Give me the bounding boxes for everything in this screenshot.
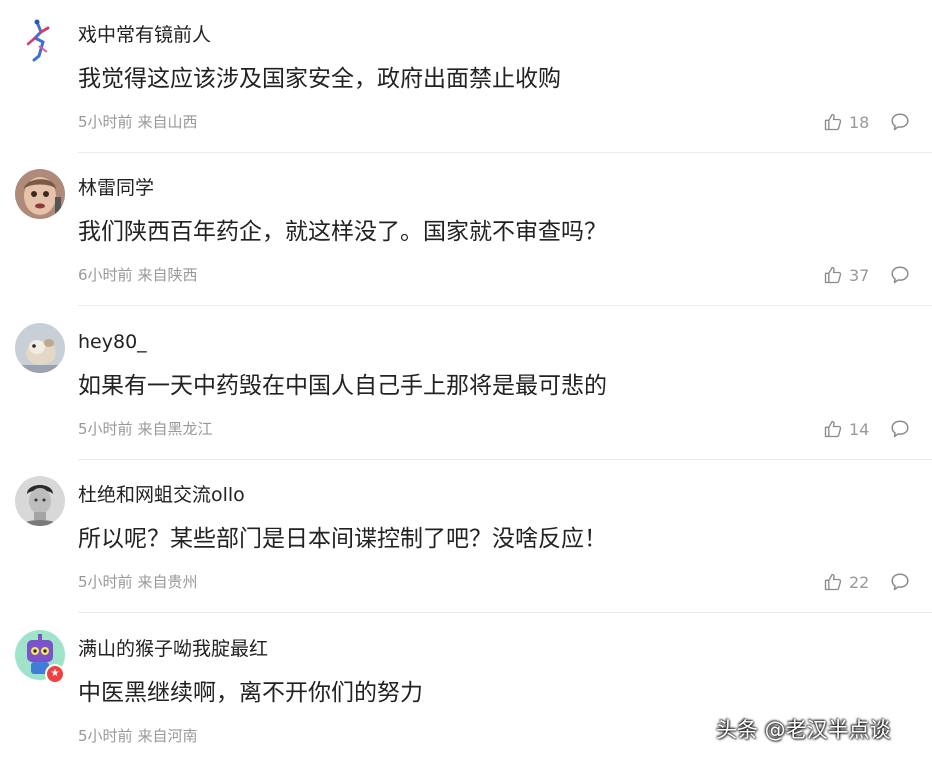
thumbs-up-icon [824,420,842,438]
paper-figure-avatar[interactable] [15,16,65,66]
bw-portrait-avatar[interactable] [15,476,65,526]
reply-bubble-icon[interactable] [889,264,911,286]
comment-item: hey80_ 如果有一天中药毁在中国人自己手上那将是最可悲的 5小时前 来自黑龙江… [0,307,932,460]
comment-meta: 6小时前 来自陕西 [78,264,198,286]
comment-item: 戏中常有镜前人 我觉得这应该涉及国家安全，政府出面禁止收购 5小时前 来自山西 1… [0,0,932,153]
comment-location: 来自陕西 [137,266,198,284]
comment-meta: 5小时前 来自黑龙江 [78,418,213,440]
comment-divider [78,612,932,613]
reply-bubble-icon[interactable] [889,571,911,593]
comment-location: 来自贵州 [137,573,198,591]
thumbs-up-icon [824,573,842,591]
comment-item: 杜绝和网蛆交流ollo 所以呢？某些部门是日本间谍控制了吧？没啥反应！ 5小时前… [0,460,932,613]
comment-meta: 5小时前 来自山西 [78,111,198,133]
comment-time: 6小时前 [78,266,133,284]
like-button[interactable]: 37 [823,263,869,287]
thumbs-up-icon [824,113,842,131]
like-count: 14 [849,419,870,439]
hamster-avatar[interactable] [15,323,65,373]
like-button[interactable]: 14 [823,417,869,441]
comment-divider [78,305,932,306]
comment-content: 我们陕西百年药企，就这样没了。国家就不审查吗？ [78,219,607,245]
thumbs-up-icon [824,266,842,284]
comment-time: 5小时前 [78,420,133,438]
like-button[interactable]: 22 [823,570,869,594]
comment-location: 来自黑龙江 [137,420,213,438]
comment-username[interactable]: 戏中常有镜前人 [78,22,211,48]
comment-username[interactable]: hey80_ [78,329,147,355]
comment-content: 如果有一天中药毁在中国人自己手上那将是最可悲的 [78,373,607,399]
watermark: 头条 @老汉半点谈 [716,718,891,742]
reply-bubble-icon[interactable] [889,111,911,133]
comment-time: 5小时前 [78,573,133,591]
comment-username[interactable]: 杜绝和网蛆交流ollo [78,482,245,508]
red-star-badge-icon: ★ [45,664,65,684]
comment-meta: 5小时前 来自河南 [78,725,198,747]
child-face-avatar[interactable] [15,169,65,219]
like-count: 22 [849,572,870,592]
reply-bubble-icon[interactable] [889,418,911,440]
comment-location: 来自河南 [137,727,198,745]
comment-content: 所以呢？某些部门是日本间谍控制了吧？没啥反应！ [78,526,607,552]
like-button[interactable]: 18 [823,110,869,134]
comment-location: 来自山西 [137,113,198,131]
comment-item: 林雷同学 我们陕西百年药企，就这样没了。国家就不审查吗？ 6小时前 来自陕西 37 [0,153,932,306]
comment-meta: 5小时前 来自贵州 [78,571,198,593]
like-count: 37 [849,265,870,285]
comment-content: 我觉得这应该涉及国家安全，政府出面禁止收购 [78,66,561,92]
comment-content: 中医黑继续啊，离不开你们的努力 [78,680,423,706]
comment-time: 5小时前 [78,727,133,745]
comment-username[interactable]: 满山的猴子呦我腚最红 [78,636,268,662]
comment-time: 5小时前 [78,113,133,131]
comment-username[interactable]: 林雷同学 [78,175,154,201]
like-count: 18 [849,112,870,132]
